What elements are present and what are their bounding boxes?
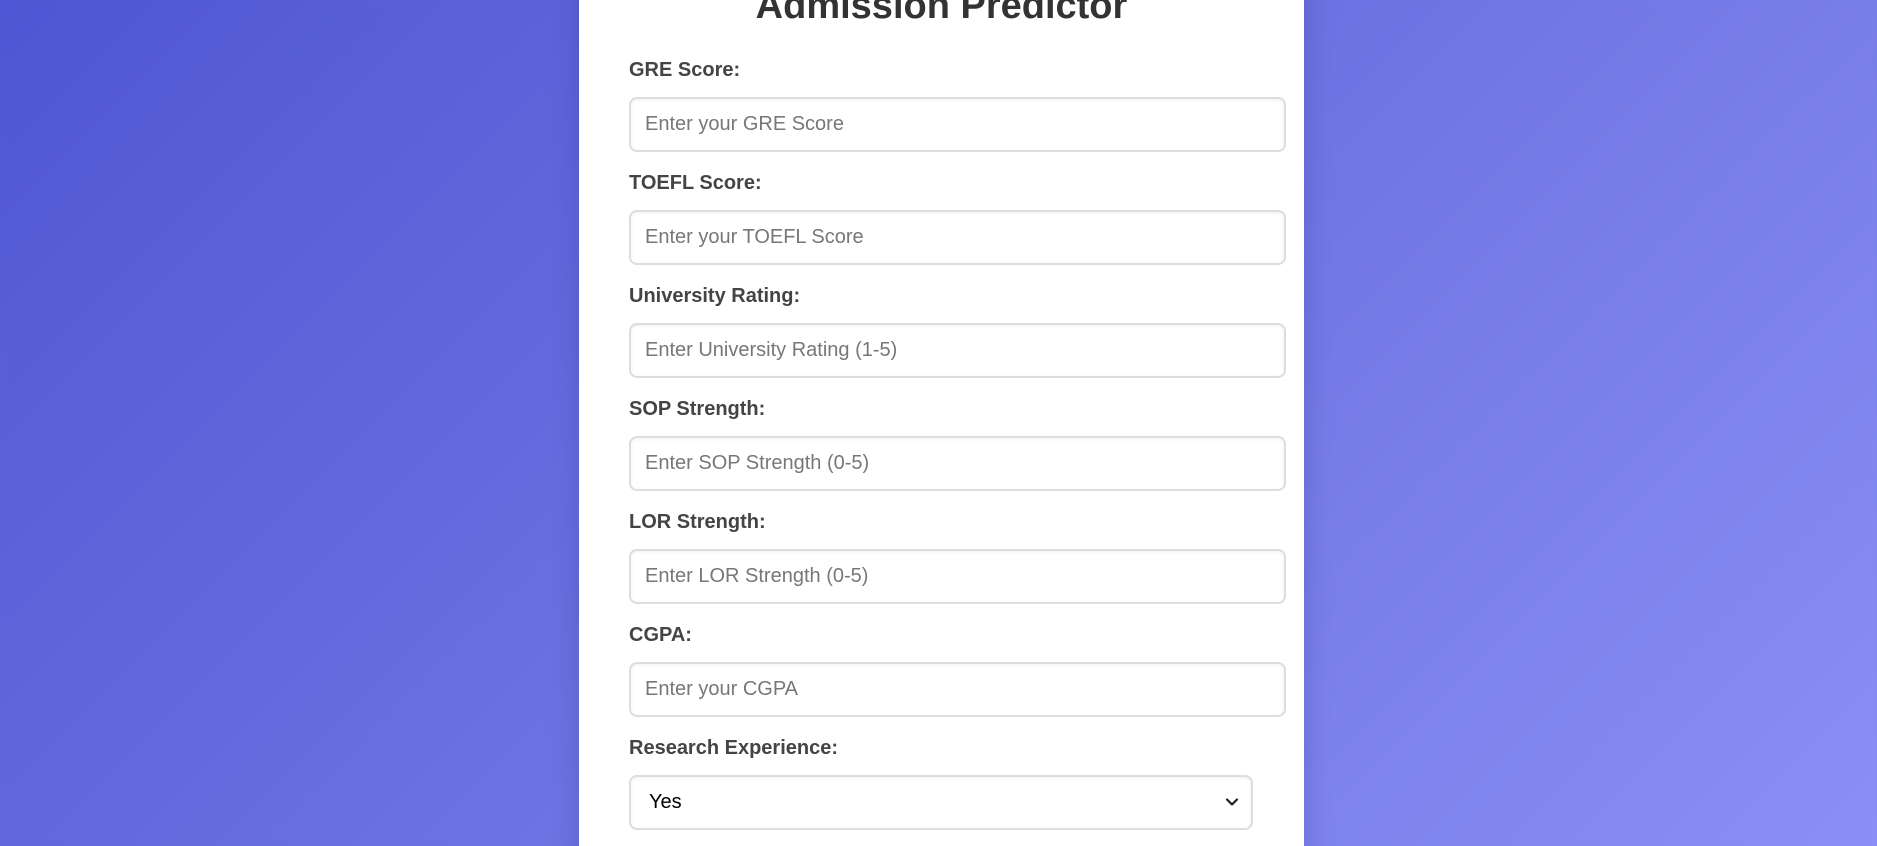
university-rating-group: University Rating: [629,285,1286,378]
toefl-score-input[interactable] [629,210,1286,265]
predictor-card: Admission Predictor GRE Score: TOEFL Sco… [579,0,1304,846]
lor-strength-group: LOR Strength: [629,511,1286,604]
university-rating-input[interactable] [629,323,1286,378]
lor-strength-input[interactable] [629,549,1286,604]
university-rating-label: University Rating: [629,285,801,307]
toefl-score-group: TOEFL Score: [629,172,1286,265]
chevron-down-icon [1225,798,1239,806]
gre-score-label: GRE Score: [629,59,741,81]
cgpa-label: CGPA: [629,624,692,646]
sop-strength-label: SOP Strength: [629,398,766,420]
cgpa-input[interactable] [629,662,1286,717]
research-experience-value: Yes [649,791,682,813]
research-experience-select[interactable]: Yes [629,775,1253,830]
lor-strength-label: LOR Strength: [629,511,766,533]
research-experience-label: Research Experience: [629,737,839,759]
cgpa-group: CGPA: [629,624,1286,717]
research-experience-group: Research Experience: Yes [629,737,1286,830]
sop-strength-group: SOP Strength: [629,398,1286,491]
toefl-score-label: TOEFL Score: [629,172,762,194]
page-title: Admission Predictor [755,0,1128,27]
sop-strength-input[interactable] [629,436,1286,491]
gre-score-group: GRE Score: [629,59,1286,152]
gre-score-input[interactable] [629,97,1286,152]
